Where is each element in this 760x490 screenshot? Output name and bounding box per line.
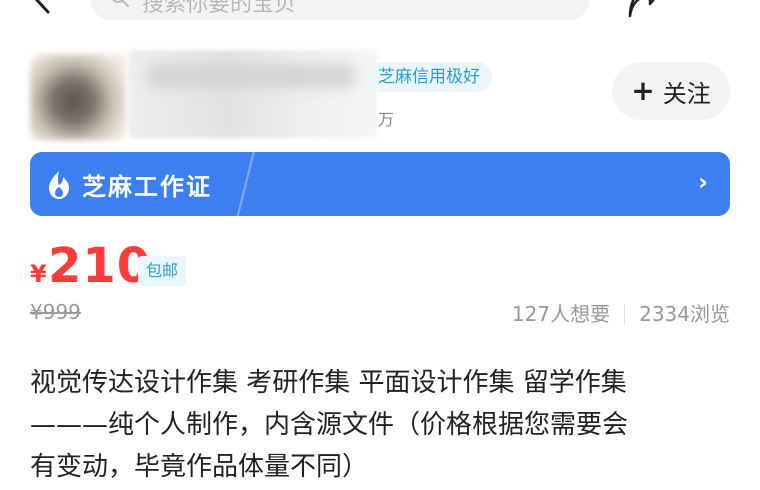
avatar[interactable] [30,54,126,140]
flame-icon [49,171,69,199]
back-icon[interactable] [28,0,58,14]
search-input[interactable]: 搜索你要的宝贝 [90,0,590,20]
price-value: 210 [48,238,152,294]
stats-divider [624,304,626,324]
top-bar: 搜索你要的宝贝 [0,0,760,22]
original-price: ¥999 [30,300,81,324]
views-count: 2334浏览 [639,302,730,326]
chevron-right-icon: › [698,168,708,196]
shipping-tag: 包邮 [138,256,187,286]
item-description: 视觉传达设计作集 考研作集 平面设计作集 留学作集 ———纯个人制作，内含源文件… [30,362,730,488]
credit-badge: 芝麻信用极好 [368,62,492,92]
banner-divider [233,152,257,216]
sesame-work-banner[interactable]: 芝麻工作证 › [30,152,730,216]
plus-icon: + [631,74,655,107]
item-stats: 127人想要 2334浏览 [512,298,730,327]
follow-button[interactable]: + 关注 [612,62,730,120]
search-placeholder: 搜索你要的宝贝 [142,0,297,17]
search-icon [112,0,129,7]
description-line: 有变动，毕竟作品体量不同） [30,452,369,482]
description-line: 视觉传达设计作集 考研作集 平面设计作集 留学作集 [30,368,627,398]
share-icon[interactable] [624,0,664,20]
follow-label: 关注 [662,79,711,108]
description-line: ———纯个人制作，内含源文件（价格根据您需要会 [30,410,629,440]
wants-count: 127人想要 [511,302,611,326]
currency-symbol: ¥ [30,260,47,288]
seller-name-blurred [128,50,378,138]
seller-subtext: 万 [378,110,395,129]
banner-label: 芝麻工作证 [82,173,212,201]
seller-info[interactable]: 芝麻信用极好 万 + 关注 [28,44,748,140]
